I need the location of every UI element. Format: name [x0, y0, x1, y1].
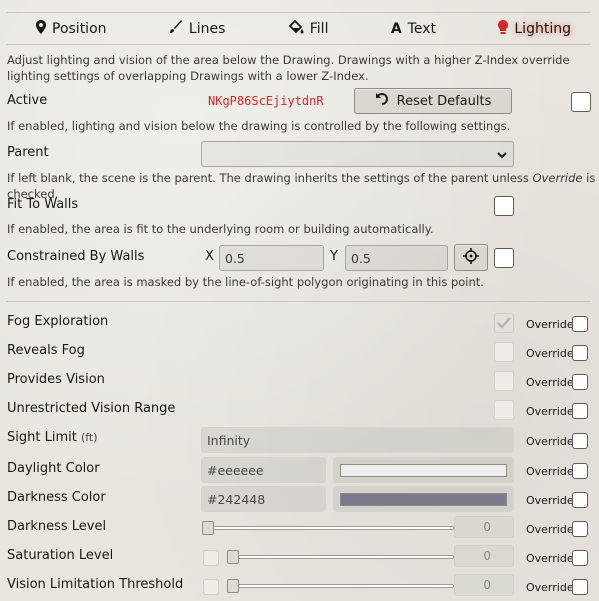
map-marker-icon: [36, 19, 46, 38]
fit-to-walls-hint: If enabled, the area is fit to the under…: [7, 222, 434, 236]
tab-label: Fill: [309, 20, 329, 37]
reveals-fog-label: Reveals Fog: [7, 343, 85, 358]
x-label: X: [205, 249, 214, 264]
font-icon: A: [390, 20, 402, 37]
reveals-fog-checkbox[interactable]: [494, 342, 514, 362]
sight-limit-label: Sight Limit (ft): [7, 430, 98, 445]
reset-defaults-label: Reset Defaults: [396, 93, 492, 109]
fog-exploration-label: Fog Exploration: [7, 314, 109, 329]
vision-threshold-label: Vision Limitation Threshold: [7, 577, 184, 592]
fill-drip-icon: [288, 19, 304, 38]
darkness-color-swatch: [340, 493, 507, 506]
tab-bar: Position Lines Fill A Text Lighting: [6, 12, 591, 45]
vision-threshold-slider[interactable]: [227, 584, 454, 588]
saturation-level-value[interactable]: 0: [454, 545, 514, 567]
active-hint: If enabled, lighting and vision below th…: [7, 119, 511, 133]
sight-limit-unit: (ft): [80, 431, 98, 444]
tab-lines[interactable]: Lines: [169, 19, 226, 38]
darkness-level-override-checkbox[interactable]: [572, 521, 588, 537]
darkness-level-slider[interactable]: [203, 526, 454, 530]
intro-text: Adjust lighting and vision of the area b…: [7, 53, 570, 83]
sight-limit-input[interactable]: Infinity: [201, 427, 514, 453]
tab-lighting[interactable]: Lighting: [498, 19, 571, 38]
saturation-level-override-checkbox[interactable]: [572, 550, 588, 566]
parent-label: Parent: [7, 145, 49, 160]
drawing-id: NKgP86ScEjiytdnR: [208, 94, 324, 108]
darkness-color-label: Darkness Color: [7, 490, 106, 505]
chevron-down-icon: [497, 147, 507, 162]
vision-threshold-value[interactable]: 0: [454, 574, 514, 596]
constrained-label: Constrained By Walls: [7, 249, 145, 264]
tab-text[interactable]: A Text: [391, 21, 436, 37]
x-input[interactable]: 0.5: [219, 245, 324, 271]
y-input[interactable]: 0.5: [345, 245, 448, 271]
fit-to-walls-checkbox[interactable]: [494, 196, 514, 216]
daylight-color-override-checkbox[interactable]: [572, 463, 588, 479]
saturation-level-slider-thumb[interactable]: [227, 550, 239, 564]
override-label: Override: [526, 523, 574, 536]
section-divider: [6, 301, 591, 302]
reveals-fog-override-checkbox[interactable]: [572, 345, 588, 361]
darkness-level-label: Darkness Level: [7, 519, 107, 534]
reset-defaults-button[interactable]: Reset Defaults: [354, 88, 512, 114]
paint-brush-icon: [169, 19, 183, 38]
tab-label: Lighting: [514, 20, 571, 37]
provides-vision-override-checkbox[interactable]: [572, 374, 588, 390]
undo-icon: [375, 92, 389, 110]
saturation-level-slider[interactable]: [227, 555, 454, 559]
darkness-color-override-checkbox[interactable]: [572, 492, 588, 508]
tab-label: Text: [407, 20, 436, 37]
tab-fill[interactable]: Fill: [288, 19, 329, 38]
override-label: Override: [526, 465, 574, 478]
lightbulb-icon: [498, 19, 509, 38]
constrained-hint: If enabled, the area is masked by the li…: [7, 275, 484, 289]
daylight-color-label: Daylight Color: [7, 461, 100, 476]
tab-position[interactable]: Position: [36, 19, 107, 38]
fog-exploration-override-checkbox[interactable]: [572, 316, 588, 332]
check-icon: [497, 317, 511, 329]
fit-to-walls-label: Fit To Walls: [7, 197, 79, 212]
vision-threshold-override-checkbox[interactable]: [572, 579, 588, 595]
darkness-level-value[interactable]: 0: [454, 516, 514, 538]
unrestricted-vision-override-checkbox[interactable]: [572, 403, 588, 419]
provides-vision-checkbox[interactable]: [494, 371, 514, 391]
override-label: Override: [526, 318, 574, 331]
active-checkbox[interactable]: [571, 92, 591, 112]
override-label: Override: [526, 552, 574, 565]
unrestricted-vision-checkbox[interactable]: [494, 400, 514, 420]
override-label: Override: [526, 376, 574, 389]
daylight-color-input[interactable]: #eeeeee: [201, 457, 326, 483]
active-label: Active: [7, 93, 48, 108]
vision-threshold-slider-thumb[interactable]: [227, 579, 239, 593]
parent-select[interactable]: [201, 141, 514, 167]
darkness-color-input[interactable]: #242448: [201, 486, 326, 512]
crosshairs-icon: [463, 247, 479, 268]
provides-vision-label: Provides Vision: [7, 372, 105, 387]
override-label: Override: [526, 435, 574, 448]
darkness-level-slider-thumb[interactable]: [202, 521, 214, 535]
override-label: Override: [526, 494, 574, 507]
y-label: Y: [330, 249, 338, 264]
sight-limit-override-checkbox[interactable]: [572, 433, 588, 449]
saturation-level-enable-checkbox[interactable]: [203, 550, 219, 566]
unrestricted-vision-label: Unrestricted Vision Range: [7, 401, 176, 416]
override-label: Override: [526, 347, 574, 360]
daylight-color-swatch: [340, 464, 507, 477]
constrained-checkbox[interactable]: [494, 248, 514, 268]
vision-threshold-enable-checkbox[interactable]: [203, 579, 219, 595]
saturation-level-label: Saturation Level: [7, 548, 114, 563]
fog-exploration-checkbox[interactable]: [494, 313, 514, 333]
override-label: Override: [526, 581, 574, 594]
tab-label: Lines: [188, 20, 226, 37]
override-label: Override: [526, 405, 574, 418]
pick-point-button[interactable]: [454, 244, 488, 271]
tab-label: Position: [52, 20, 107, 37]
